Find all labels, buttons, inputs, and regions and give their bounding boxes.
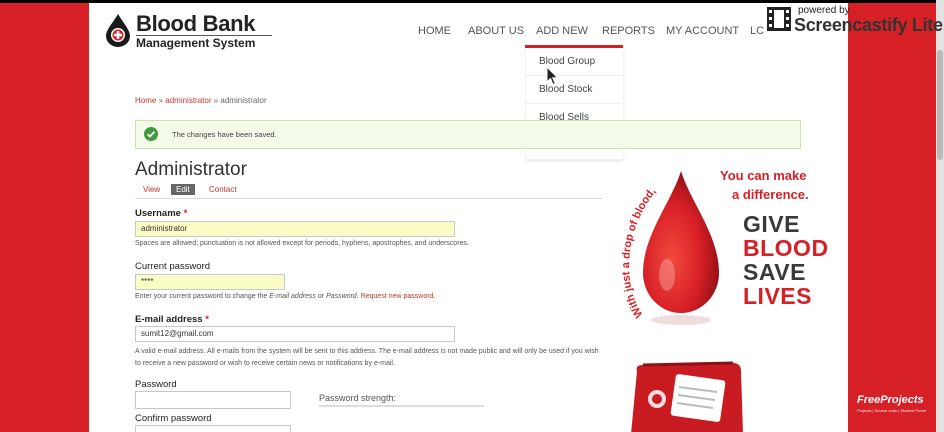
current-password-input[interactable]: **** (135, 274, 285, 290)
breadcrumb: Home » administrator » administrator (135, 96, 267, 105)
password-strength-label: Password strength: (319, 393, 397, 403)
current-password-label: Current password (135, 261, 210, 272)
page-title: Administrator (135, 159, 247, 180)
username-description: Spaces are allowed; punctuation is not a… (135, 240, 469, 247)
film-icon (767, 7, 791, 31)
tab-view[interactable]: View (143, 185, 160, 194)
nav-home[interactable]: HOME (418, 25, 451, 37)
confirm-password-input[interactable] (135, 425, 291, 432)
nav-logout[interactable]: LC (750, 25, 764, 37)
tab-contact[interactable]: Contact (209, 185, 237, 194)
scrollbar-thumb[interactable] (937, 50, 943, 160)
poster-blood: BLOOD (743, 235, 829, 261)
right-red-background (848, 3, 936, 432)
breadcrumb-administrator[interactable]: administrator (165, 96, 211, 105)
nav-my-account[interactable]: MY ACCOUNT (666, 25, 739, 37)
profile-tabs: View Edit Contact (135, 184, 602, 199)
logo-subtitle: Management System (136, 36, 256, 50)
watermark-logo: FreeProjects Projects | Source code | St… (855, 394, 935, 424)
password-strength-bar (319, 405, 484, 407)
status-message-text: The changes have been saved. (172, 130, 277, 139)
nav-reports[interactable]: REPORTS (602, 25, 655, 37)
page-content: Blood Bank Management System HOME ABOUT … (89, 3, 848, 432)
poster-tagline-2: a difference. (732, 187, 809, 202)
breadcrumb-current: administrator (220, 96, 267, 105)
nav-about-us[interactable]: ABOUT US (468, 25, 524, 37)
poster-lives: LIVES (743, 283, 812, 309)
email-description: A valid e-mail address. All e-mails from… (135, 348, 599, 367)
logo-title: Blood Bank (136, 11, 256, 36)
dropdown-item-blood-group[interactable]: Blood Group (526, 48, 623, 76)
breadcrumb-separator: » (156, 96, 166, 105)
status-message: The changes have been saved. (135, 120, 801, 149)
site-header: Blood Bank Management System HOME ABOUT … (89, 3, 848, 50)
blood-drop-poster-image: With just a drop of blood, (620, 171, 719, 325)
watermark-subtitle: Projects | Source code | Student Portal (857, 408, 926, 413)
current-password-description: Enter your current password to change th… (135, 293, 436, 300)
confirm-password-label: Confirm password (135, 413, 212, 424)
poster-tagline-1: You can make (720, 168, 807, 183)
blood-bag-image (631, 361, 743, 432)
breadcrumb-home[interactable]: Home (135, 96, 156, 105)
check-circle-icon (144, 127, 158, 141)
username-label: Username * (135, 208, 188, 219)
password-label: Password (135, 379, 177, 390)
username-input[interactable]: administrator (135, 221, 455, 237)
request-new-password-link[interactable]: Request new password. (361, 293, 436, 300)
password-input[interactable] (135, 391, 291, 409)
site-logo[interactable]: Blood Bank Management System (103, 9, 278, 55)
email-input[interactable]: sumit12@gmail.com (135, 326, 455, 342)
tab-edit[interactable]: Edit (171, 184, 195, 195)
left-red-background (0, 3, 89, 432)
mouse-cursor-icon (546, 66, 559, 86)
screencastify-badge: powered by Screencastify Lite (765, 4, 944, 35)
nav-add-new[interactable]: ADD NEW (536, 25, 588, 37)
poster-give: GIVE (743, 211, 800, 237)
blood-drop-logo-icon (106, 14, 130, 47)
poster-save: SAVE (743, 259, 806, 285)
dropdown-item-blood-stock[interactable]: Blood Stock (526, 76, 623, 104)
email-label: E-mail address * (135, 314, 209, 325)
screencastify-name: Screencastify Lite (794, 15, 943, 35)
watermark-title: FreeProjects (857, 394, 924, 406)
